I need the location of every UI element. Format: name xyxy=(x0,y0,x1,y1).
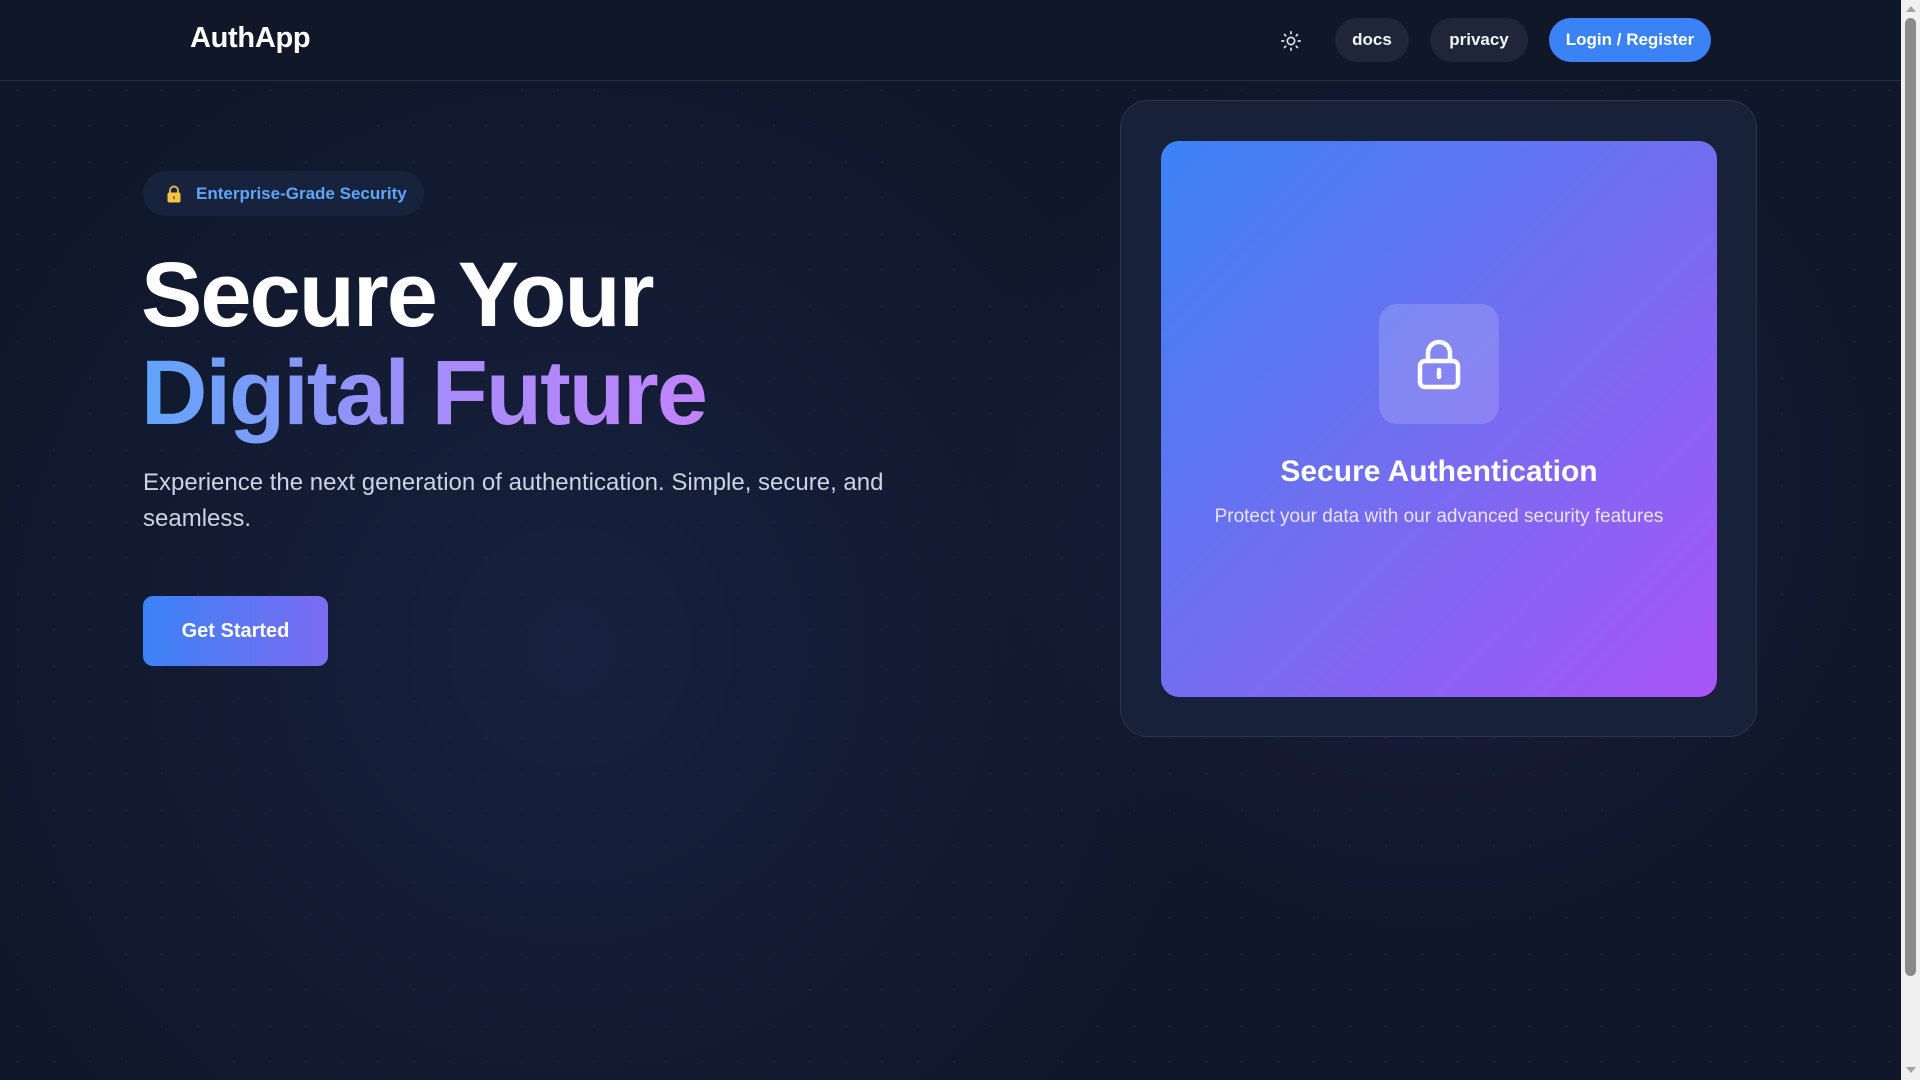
theme-toggle-button[interactable] xyxy=(1276,26,1306,56)
get-started-button[interactable]: Get Started xyxy=(143,596,328,666)
hero-description: Experience the next generation of authen… xyxy=(143,469,884,532)
sun-icon xyxy=(1281,31,1301,51)
scroll-up-arrow-icon[interactable] xyxy=(1906,6,1916,12)
feature-icon-tile xyxy=(1379,304,1499,424)
feature-card-description: Protect your data with our advanced secu… xyxy=(1214,506,1664,527)
login-register-button[interactable]: Login / Register xyxy=(1549,18,1711,62)
scroll-down-arrow-icon[interactable] xyxy=(1906,1067,1916,1073)
brand-logo[interactable]: AuthApp xyxy=(190,22,311,55)
headline-line-2: Digital Future xyxy=(141,338,708,448)
scrollbar-thumb[interactable] xyxy=(1905,18,1916,976)
nav-docs-link[interactable]: docs xyxy=(1335,18,1409,62)
vertical-scrollbar[interactable] xyxy=(1901,0,1920,1080)
headline-line-1: Secure Your xyxy=(141,244,654,346)
badge-label: Enterprise-Grade Security xyxy=(196,183,407,203)
lock-icon xyxy=(1417,339,1461,390)
feature-card-title: Secure Authentication xyxy=(1280,455,1598,488)
security-badge: Enterprise-Grade Security xyxy=(143,171,424,216)
top-navbar: AuthApp docs privacy Login / Register xyxy=(0,0,1901,81)
lock-icon xyxy=(166,185,182,203)
nav-privacy-link[interactable]: privacy xyxy=(1430,18,1528,62)
